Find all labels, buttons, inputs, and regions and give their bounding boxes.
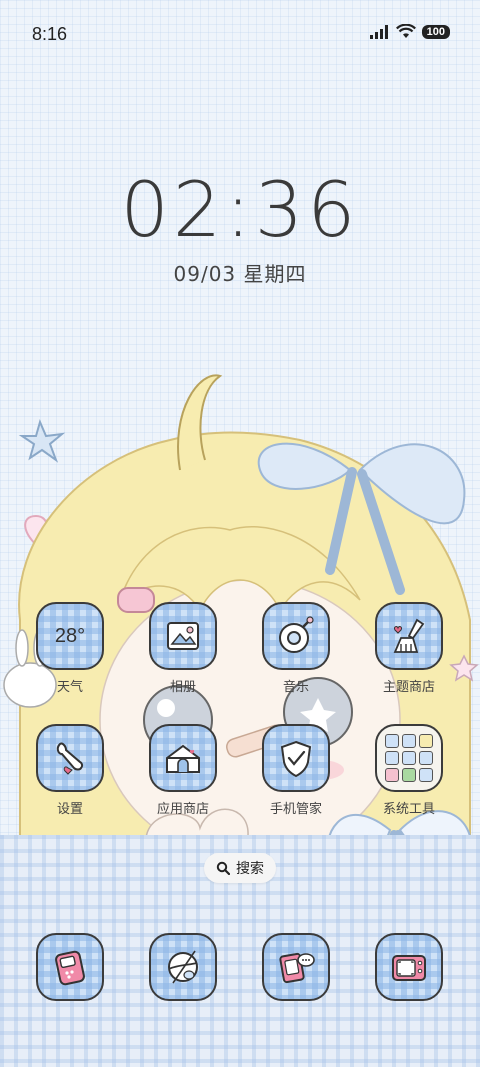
app-label: 主题商店 — [382, 680, 435, 695]
dock-phone[interactable] — [20, 933, 120, 1001]
weather-icon: 28° — [36, 602, 104, 670]
dock-camera[interactable] — [359, 933, 459, 1001]
phone-icon — [36, 933, 104, 1001]
browser-icon — [149, 933, 217, 1001]
messages-icon — [262, 933, 330, 1001]
status-icons: 100 — [369, 24, 450, 39]
folder-preview-grid — [385, 734, 433, 782]
app-label: 手机管家 — [269, 802, 322, 817]
lockscreen-date: 09/03 星期四 — [173, 262, 307, 286]
app-label: 音乐 — [282, 680, 309, 695]
app-label: 设置 — [56, 802, 83, 817]
settings-icon — [36, 724, 104, 792]
status-bar: 8:16 100 — [0, 0, 480, 68]
camera-icon — [375, 933, 443, 1001]
dock-browser[interactable] — [133, 933, 233, 1001]
app-store-icon — [149, 724, 217, 792]
gallery-icon — [149, 602, 217, 670]
app-weather[interactable]: 28° 天气 — [20, 602, 120, 695]
app-gallery[interactable]: 相册 — [133, 602, 233, 695]
app-system-tools-folder[interactable]: 系统工具 — [359, 724, 459, 817]
app-app-store[interactable]: 应用商店 — [133, 724, 233, 817]
status-time: 8:16 — [32, 24, 68, 44]
security-icon — [262, 724, 330, 792]
app-label: 相册 — [169, 680, 196, 695]
search-icon — [216, 861, 230, 875]
app-settings[interactable]: 设置 — [20, 724, 120, 817]
weather-temperature: 28° — [54, 624, 86, 647]
wifi-icon — [395, 24, 416, 38]
dock-messages[interactable] — [246, 933, 346, 1001]
search-label: 搜索 — [236, 861, 264, 877]
app-theme-store[interactable]: 主题商店 — [359, 602, 459, 695]
search-button[interactable]: 搜索 — [204, 853, 276, 883]
battery-indicator: 100 — [421, 24, 450, 39]
app-label: 系统工具 — [382, 802, 435, 817]
music-icon — [262, 602, 330, 670]
signal-icon — [369, 24, 388, 39]
theme-store-icon — [375, 602, 443, 670]
app-security[interactable]: 手机管家 — [246, 724, 346, 817]
app-music[interactable]: 音乐 — [246, 602, 346, 695]
lockscreen-clock: 02:36 — [120, 165, 360, 254]
folder-icon — [375, 724, 443, 792]
app-label: 天气 — [56, 680, 83, 695]
app-label: 应用商店 — [156, 802, 209, 817]
